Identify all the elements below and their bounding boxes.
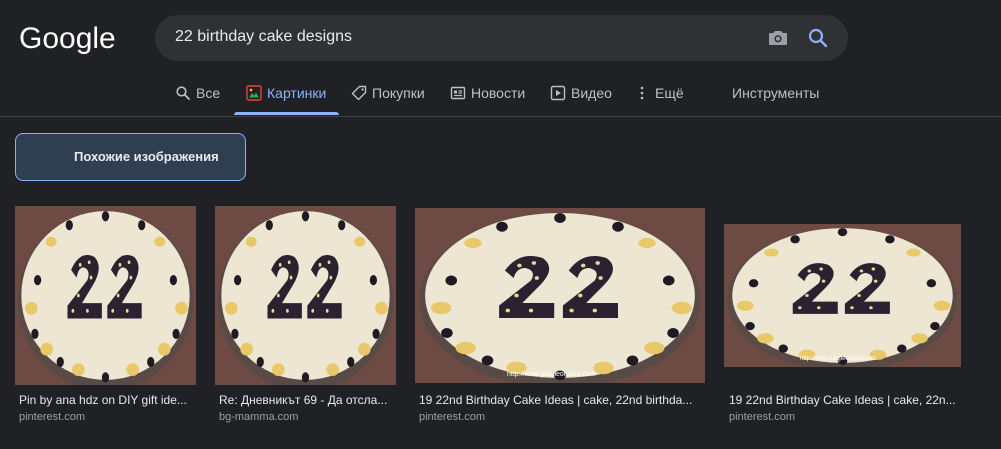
result-source[interactable]: pinterest.com xyxy=(19,411,85,423)
news-icon xyxy=(450,86,466,100)
google-logo[interactable]: Google xyxy=(19,18,116,58)
related-images-label: Похожие изображения xyxy=(74,149,219,164)
tab-label: Покупки xyxy=(372,85,425,101)
tab-video[interactable]: Видео xyxy=(550,70,612,116)
result-source[interactable]: pinterest.com xyxy=(419,411,485,423)
tab-label: Видео xyxy=(571,85,612,101)
tab-label: Картинки xyxy=(267,85,327,101)
result-thumbnail[interactable]: http://www.jungleofcake.com xyxy=(415,208,705,383)
logo-text: Google xyxy=(19,22,116,55)
header-divider xyxy=(0,116,1001,117)
tab-images[interactable]: Картинки xyxy=(246,70,326,116)
result-title[interactable]: 19 22nd Birthday Cake Ideas | cake, 22n.… xyxy=(729,393,961,407)
tab-label: Ещё xyxy=(655,85,684,101)
search-tabs: Все Картинки Покупки Новости Видео Ещё И… xyxy=(0,70,1001,116)
search-box[interactable]: 22 birthday cake designs xyxy=(155,15,848,61)
result-title[interactable]: Pin by ana hdz on DIY gift ide... xyxy=(19,393,195,407)
result-title[interactable]: 19 22nd Birthday Cake Ideas | cake, 22nd… xyxy=(419,393,697,407)
video-icon xyxy=(550,85,566,101)
tab-more[interactable]: Ещё xyxy=(634,70,684,116)
result-thumbnail[interactable] xyxy=(215,206,396,385)
tab-news[interactable]: Новости xyxy=(450,70,525,116)
tab-all[interactable]: Все xyxy=(175,70,220,116)
search-icon[interactable] xyxy=(806,26,830,50)
image-watermark: http://www.jungleofcake.com xyxy=(507,371,596,378)
tab-label: Новости xyxy=(471,85,526,101)
result-title[interactable]: Re: Дневникът 69 - Да отсла... xyxy=(219,393,395,407)
tag-icon xyxy=(351,85,367,101)
related-images-button[interactable]: Похожие изображения xyxy=(15,133,246,181)
tools-button[interactable]: Инструменты xyxy=(732,70,819,116)
more-vert-icon xyxy=(640,86,644,100)
search-icon xyxy=(176,86,190,100)
result-source[interactable]: pinterest.com xyxy=(729,411,795,423)
result-thumbnail[interactable] xyxy=(15,206,196,385)
result-source[interactable]: bg-mamma.com xyxy=(219,411,298,423)
tab-label: Все xyxy=(196,85,221,101)
camera-icon[interactable] xyxy=(766,26,790,50)
image-watermark: http://www.jungleofcake.com xyxy=(800,356,877,362)
result-thumbnail[interactable]: http://www.jungleofcake.com xyxy=(724,224,961,367)
active-tab-indicator xyxy=(234,112,339,115)
tab-shopping[interactable]: Покупки xyxy=(351,70,425,116)
images-icon xyxy=(246,85,262,101)
search-input[interactable]: 22 birthday cake designs xyxy=(175,28,352,46)
tools-label: Инструменты xyxy=(732,85,820,101)
